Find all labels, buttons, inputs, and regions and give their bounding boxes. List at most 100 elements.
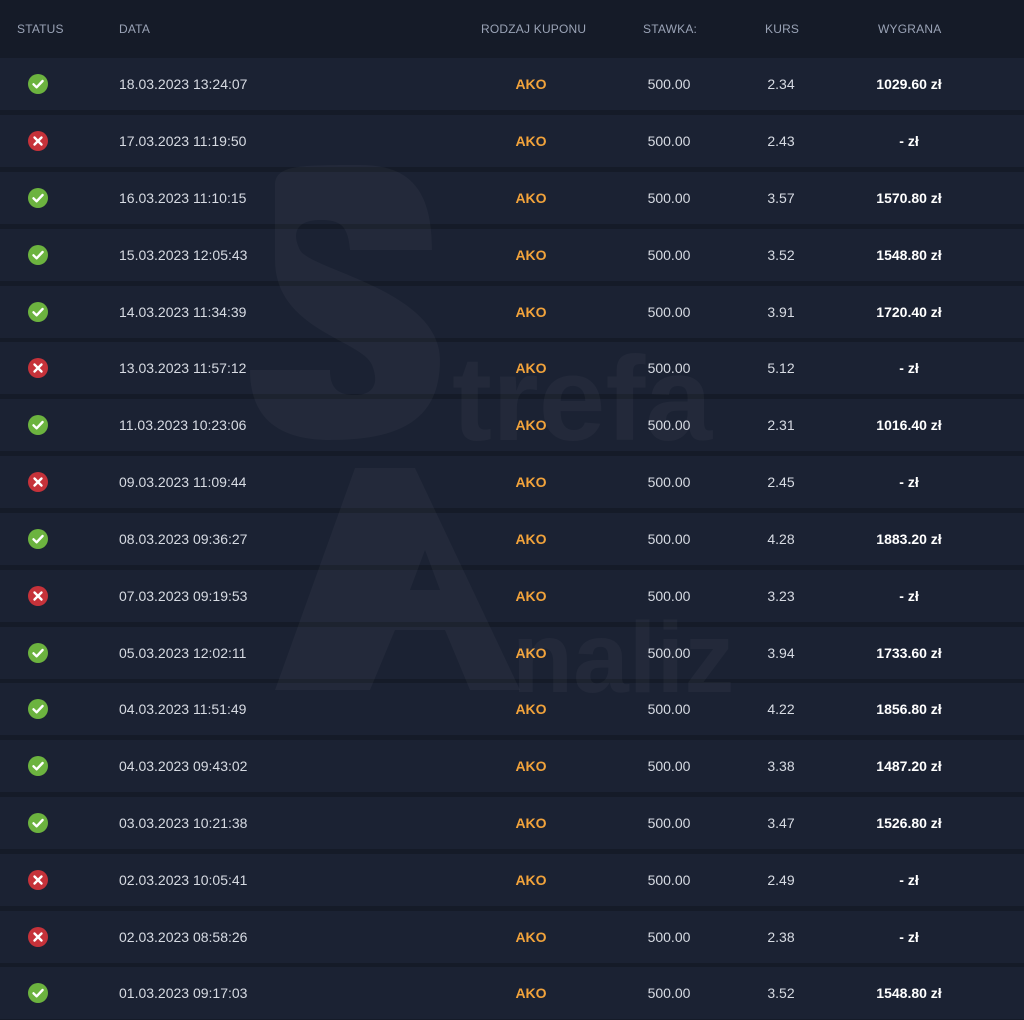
status-cell — [28, 967, 50, 1019]
table-row[interactable]: 17.03.2023 11:19:50 AKO 500.00 2.43 - zł — [0, 115, 1024, 167]
coupon-type-cell: AKO — [515, 645, 547, 661]
header-status: STATUS — [17, 22, 64, 36]
stake-cell: 500.00 — [647, 76, 691, 92]
header-date: DATA — [119, 22, 151, 36]
stake-cell: 500.00 — [647, 417, 691, 433]
win-cell: - zł — [899, 360, 919, 376]
odds-cell: 3.52 — [767, 985, 795, 1001]
odds-cell: 4.22 — [767, 701, 795, 717]
odds-cell: 3.38 — [767, 758, 795, 774]
coupon-type-cell: AKO — [515, 474, 547, 490]
stake-cell: 500.00 — [647, 247, 691, 263]
header-win: WYGRANA — [878, 22, 942, 36]
status-cell — [28, 399, 50, 451]
status-cell — [28, 229, 50, 281]
status-cell — [28, 172, 50, 224]
check-circle-icon — [28, 643, 48, 663]
date-cell: 04.03.2023 09:43:02 — [119, 758, 248, 774]
coupon-type-cell: AKO — [515, 985, 547, 1001]
check-circle-icon — [28, 74, 48, 94]
date-cell: 05.03.2023 12:02:11 — [119, 645, 247, 661]
check-circle-icon — [28, 188, 48, 208]
odds-cell: 3.52 — [767, 247, 795, 263]
status-cell — [28, 683, 50, 735]
stake-cell: 500.00 — [647, 304, 691, 320]
odds-cell: 2.45 — [767, 474, 795, 490]
date-cell: 07.03.2023 09:19:53 — [119, 588, 248, 604]
coupon-type-cell: AKO — [515, 588, 547, 604]
coupon-type-cell: AKO — [515, 531, 547, 547]
stake-cell: 500.00 — [647, 360, 691, 376]
date-cell: 11.03.2023 10:23:06 — [119, 417, 247, 433]
table-header: STATUS DATA RODZAJ KUPONU STAWKA: KURS W… — [0, 0, 1024, 58]
coupon-type-cell: AKO — [515, 247, 547, 263]
table-row[interactable]: 02.03.2023 08:58:26 AKO 500.00 2.38 - zł — [0, 911, 1024, 963]
date-cell: 09.03.2023 11:09:44 — [119, 474, 247, 490]
coupon-type-cell: AKO — [515, 872, 547, 888]
coupon-type-cell: AKO — [515, 133, 547, 149]
win-cell: 1029.60 zł — [876, 76, 942, 92]
table-row[interactable]: 13.03.2023 11:57:12 AKO 500.00 5.12 - zł — [0, 342, 1024, 394]
coupon-type-cell: AKO — [515, 76, 547, 92]
date-cell: 02.03.2023 08:58:26 — [119, 929, 248, 945]
table-row[interactable]: 01.03.2023 09:17:03 AKO 500.00 3.52 1548.80 … — [0, 967, 1024, 1019]
win-cell: - zł — [899, 474, 919, 490]
table-row[interactable]: 02.03.2023 10:05:41 AKO 500.00 2.49 - zł — [0, 854, 1024, 906]
coupon-type-cell: AKO — [515, 815, 547, 831]
table-row[interactable]: 15.03.2023 12:05:43 AKO 500.00 3.52 1548.80 … — [0, 229, 1024, 281]
check-circle-icon — [28, 302, 48, 322]
odds-cell: 3.57 — [767, 190, 795, 206]
stake-cell: 500.00 — [647, 872, 691, 888]
odds-cell: 3.23 — [767, 588, 795, 604]
table-row[interactable]: 08.03.2023 09:36:27 AKO 500.00 4.28 1883.20 … — [0, 513, 1024, 565]
x-circle-icon — [28, 870, 48, 890]
win-cell: 1548.80 zł — [876, 247, 942, 263]
coupon-type-cell: AKO — [515, 304, 547, 320]
check-circle-icon — [28, 529, 48, 549]
stake-cell: 500.00 — [647, 929, 691, 945]
table-row[interactable]: 07.03.2023 09:19:53 AKO 500.00 3.23 - zł — [0, 570, 1024, 622]
date-cell: 02.03.2023 10:05:41 — [119, 872, 248, 888]
table-row[interactable]: 04.03.2023 09:43:02 AKO 500.00 3.38 1487.20 … — [0, 740, 1024, 792]
header-stake: STAWKA: — [643, 22, 698, 36]
win-cell: 1016.40 zł — [876, 417, 942, 433]
status-cell — [28, 911, 50, 963]
stake-cell: 500.00 — [647, 190, 691, 206]
status-cell — [28, 115, 50, 167]
win-cell: - zł — [899, 133, 919, 149]
odds-cell: 3.94 — [767, 645, 795, 661]
date-cell: 16.03.2023 11:10:15 — [119, 190, 247, 206]
table-row[interactable]: 09.03.2023 11:09:44 AKO 500.00 2.45 - zł — [0, 456, 1024, 508]
odds-cell: 2.31 — [767, 417, 795, 433]
table-row[interactable]: 03.03.2023 10:21:38 AKO 500.00 3.47 1526.80 … — [0, 797, 1024, 849]
header-coupon-type: RODZAJ KUPONU — [481, 22, 587, 36]
table-row[interactable]: 04.03.2023 11:51:49 AKO 500.00 4.22 1856.80 … — [0, 683, 1024, 735]
date-cell: 15.03.2023 12:05:43 — [119, 247, 248, 263]
table-row[interactable]: 11.03.2023 10:23:06 AKO 500.00 2.31 1016.40 … — [0, 399, 1024, 451]
table-row[interactable]: 16.03.2023 11:10:15 AKO 500.00 3.57 1570.80 … — [0, 172, 1024, 224]
status-cell — [28, 797, 50, 849]
odds-cell: 5.12 — [767, 360, 795, 376]
date-cell: 17.03.2023 11:19:50 — [119, 133, 247, 149]
status-cell — [28, 740, 50, 792]
check-circle-icon — [28, 756, 48, 776]
table-row[interactable]: 18.03.2023 13:24:07 AKO 500.00 2.34 1029.60 … — [0, 58, 1024, 110]
check-circle-icon — [28, 813, 48, 833]
stake-cell: 500.00 — [647, 133, 691, 149]
date-cell: 18.03.2023 13:24:07 — [119, 76, 248, 92]
odds-cell: 3.47 — [767, 815, 795, 831]
stake-cell: 500.00 — [647, 815, 691, 831]
x-circle-icon — [28, 586, 48, 606]
table-row[interactable]: 14.03.2023 11:34:39 AKO 500.00 3.91 1720.40 … — [0, 286, 1024, 338]
win-cell: 1548.80 zł — [876, 985, 942, 1001]
stake-cell: 500.00 — [647, 758, 691, 774]
win-cell: 1856.80 zł — [876, 701, 942, 717]
stake-cell: 500.00 — [647, 701, 691, 717]
date-cell: 03.03.2023 10:21:38 — [119, 815, 248, 831]
odds-cell: 2.34 — [767, 76, 795, 92]
date-cell: 04.03.2023 11:51:49 — [119, 701, 247, 717]
stake-cell: 500.00 — [647, 474, 691, 490]
status-cell — [28, 854, 50, 906]
odds-cell: 4.28 — [767, 531, 795, 547]
table-row[interactable]: 05.03.2023 12:02:11 AKO 500.00 3.94 1733.60 … — [0, 627, 1024, 679]
